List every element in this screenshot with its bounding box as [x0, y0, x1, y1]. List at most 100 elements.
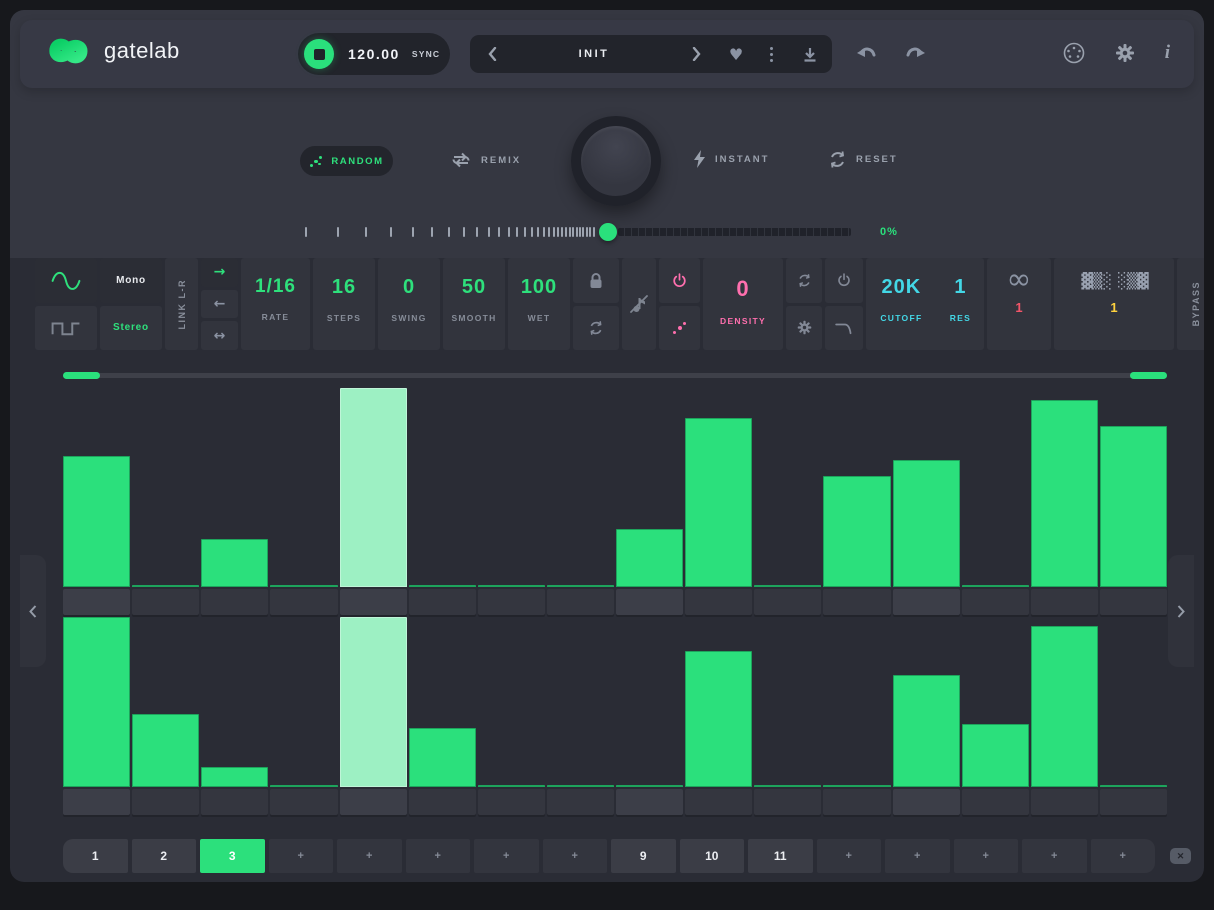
random-amount-track[interactable] — [618, 228, 851, 236]
step-bar[interactable] — [685, 617, 752, 787]
waveform-square-button[interactable] — [35, 306, 97, 351]
density-control[interactable]: 0 DENSITY — [703, 258, 783, 350]
step-pad[interactable] — [132, 589, 199, 615]
page-left-button[interactable] — [20, 555, 46, 667]
loop-range-slider[interactable] — [63, 373, 1167, 378]
filter-controls[interactable]: 20K CUTOFF 1 RES — [866, 258, 984, 350]
step-bar[interactable] — [1031, 617, 1098, 787]
redo-button[interactable] — [904, 44, 926, 62]
step-bar[interactable] — [478, 617, 545, 787]
filter-slope-button[interactable] — [825, 306, 863, 351]
steps-control[interactable]: 16 STEPS — [313, 258, 375, 350]
step-bar[interactable] — [547, 388, 614, 587]
step-pad[interactable] — [685, 789, 752, 815]
pattern-slot-1[interactable]: 1 — [63, 839, 128, 873]
stop-button[interactable] — [304, 39, 334, 69]
step-pad[interactable] — [893, 589, 960, 615]
settings-button[interactable] — [1115, 43, 1135, 63]
step-bar[interactable] — [962, 617, 1029, 787]
repeat-control[interactable]: ∞ 1 — [987, 258, 1051, 350]
bpm-value[interactable]: 120.00 — [348, 46, 400, 62]
texture-control[interactable]: ▓▒░ ░▒▓ 1 — [1054, 258, 1174, 350]
step-pad[interactable] — [616, 589, 683, 615]
preset-prev-button[interactable] — [470, 47, 514, 61]
filter-cycle-button[interactable] — [786, 258, 822, 303]
step-pad[interactable] — [201, 789, 268, 815]
step-pad[interactable] — [1100, 789, 1167, 815]
step-pad[interactable] — [754, 589, 821, 615]
remix-button[interactable]: REMIX — [450, 150, 521, 170]
step-pad[interactable] — [685, 589, 752, 615]
step-pad[interactable] — [754, 789, 821, 815]
step-bar[interactable] — [823, 388, 890, 587]
instant-button[interactable]: INSTANT — [693, 150, 769, 168]
undo-button[interactable] — [856, 44, 878, 62]
step-pad[interactable] — [962, 589, 1029, 615]
randomizer-knob[interactable] — [571, 116, 661, 206]
step-bar[interactable] — [893, 388, 960, 587]
rate-control[interactable]: 1/16 RATE — [241, 258, 310, 350]
step-bar[interactable] — [63, 617, 130, 787]
step-bar[interactable] — [63, 388, 130, 587]
step-bar[interactable] — [340, 617, 407, 787]
random-button[interactable]: RANDOM — [300, 146, 393, 176]
waveform-sine-button[interactable] — [35, 258, 97, 303]
step-pad[interactable] — [340, 789, 407, 815]
step-pad[interactable] — [132, 789, 199, 815]
step-pad[interactable] — [340, 589, 407, 615]
pattern-slot-10[interactable]: 10 — [680, 839, 745, 873]
page-right-button[interactable] — [1168, 555, 1194, 667]
save-preset-button[interactable] — [788, 47, 832, 62]
pattern-slot-14[interactable]: + — [954, 839, 1019, 873]
step-bar[interactable] — [409, 388, 476, 587]
density-power-button[interactable] — [659, 258, 700, 303]
info-button[interactable]: i — [1165, 42, 1170, 64]
bypass-button[interactable]: BYPASS — [1177, 258, 1204, 350]
random-amount-thumb[interactable] — [599, 223, 617, 241]
step-bar[interactable] — [270, 617, 337, 787]
step-bar[interactable] — [132, 388, 199, 587]
step-bar[interactable] — [409, 617, 476, 787]
midi-settings-button[interactable] — [1063, 42, 1085, 64]
step-bar[interactable] — [754, 617, 821, 787]
wet-control[interactable]: 100 WET — [508, 258, 570, 350]
step-bar[interactable] — [616, 388, 683, 587]
step-bar[interactable] — [823, 617, 890, 787]
step-pad[interactable] — [201, 589, 268, 615]
step-bar[interactable] — [478, 388, 545, 587]
step-bar[interactable] — [1100, 388, 1167, 587]
step-bar[interactable] — [132, 617, 199, 787]
preset-menu-button[interactable] — [754, 47, 788, 62]
pattern-slot-3[interactable]: 3 — [200, 839, 265, 873]
random-amount-ruler[interactable] — [305, 223, 596, 241]
step-pad[interactable] — [616, 789, 683, 815]
step-pad[interactable] — [63, 789, 130, 815]
reset-button[interactable]: RESET — [828, 150, 898, 169]
preset-next-button[interactable] — [674, 47, 718, 61]
step-pad[interactable] — [270, 589, 337, 615]
step-pad[interactable] — [270, 789, 337, 815]
step-pad[interactable] — [1031, 589, 1098, 615]
pattern-slot-5[interactable]: + — [337, 839, 402, 873]
step-pad[interactable] — [893, 789, 960, 815]
step-pad[interactable] — [823, 789, 890, 815]
direction-pingpong-button[interactable]: ↔ — [201, 321, 238, 350]
pattern-slot-6[interactable]: + — [406, 839, 471, 873]
step-pad[interactable] — [547, 789, 614, 815]
step-pad[interactable] — [1031, 789, 1098, 815]
direction-forward-button[interactable]: → — [201, 258, 238, 287]
sync-toggle[interactable]: SYNC — [412, 49, 440, 59]
pattern-slot-15[interactable]: + — [1022, 839, 1087, 873]
pattern-slot-2[interactable]: 2 — [132, 839, 197, 873]
pattern-slot-8[interactable]: + — [543, 839, 608, 873]
step-bar[interactable] — [201, 617, 268, 787]
relock-cycle-button[interactable] — [573, 306, 619, 351]
lock-button[interactable] — [573, 258, 619, 303]
direction-backward-button[interactable]: ← — [201, 290, 238, 319]
favorite-button[interactable]: ♥ — [718, 45, 754, 64]
swing-control[interactable]: 0 SWING — [378, 258, 440, 350]
stereo-button[interactable]: Stereo — [100, 306, 162, 351]
pattern-slot-7[interactable]: + — [474, 839, 539, 873]
pattern-slot-13[interactable]: + — [885, 839, 950, 873]
step-bar[interactable] — [893, 617, 960, 787]
